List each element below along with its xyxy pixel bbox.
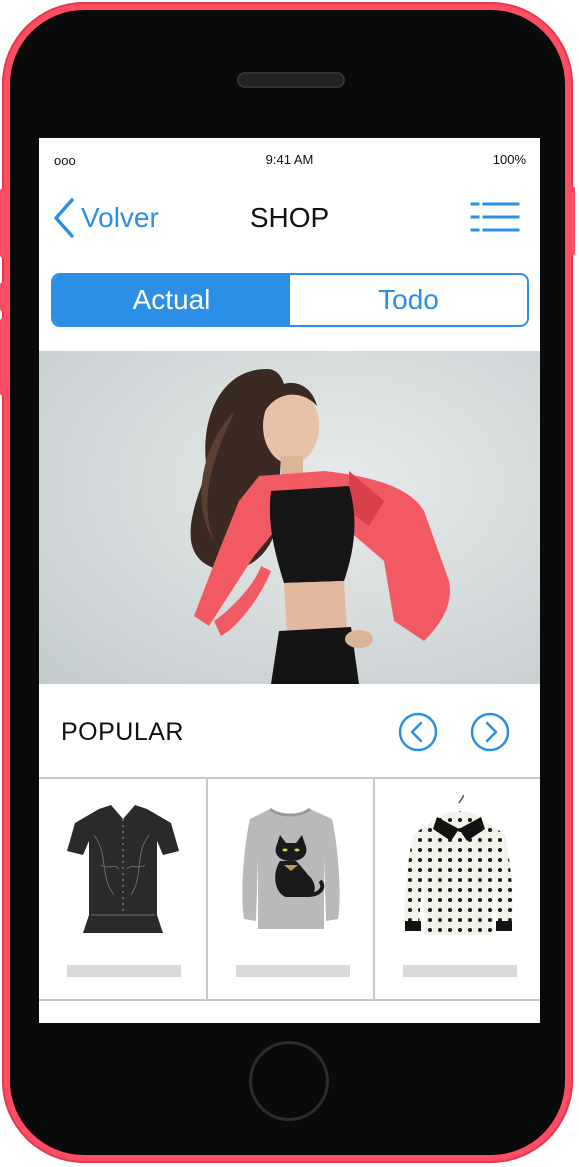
popular-header: POPULAR	[39, 684, 540, 777]
screen: ooo 9:41 AM 100% Volver SHOP Actual Todo	[39, 138, 540, 1023]
volume-up-button	[0, 282, 8, 312]
product-name-placeholder	[67, 965, 181, 977]
black-lace-blouse-image	[67, 805, 179, 933]
nav-bar: Volver SHOP	[39, 190, 540, 246]
status-bar: ooo 9:41 AM 100%	[39, 138, 540, 178]
product-card-cat-sweater[interactable]	[206, 779, 373, 999]
product-card-polka-blouse[interactable]	[373, 779, 540, 999]
battery-level: 100%	[492, 152, 526, 167]
home-button[interactable]	[249, 1041, 329, 1121]
segment-actual[interactable]: Actual	[53, 275, 290, 325]
hero-image[interactable]	[39, 351, 540, 684]
mute-switch	[0, 188, 8, 258]
circle-chevron-left-icon[interactable]	[398, 712, 438, 752]
power-button	[567, 186, 575, 256]
product-name-placeholder	[403, 965, 517, 977]
volume-down-button	[0, 318, 8, 396]
circle-chevron-right-icon[interactable]	[470, 712, 510, 752]
earpiece-speaker	[237, 72, 345, 88]
popular-title: POPULAR	[61, 718, 184, 746]
product-card-lace-blouse[interactable]	[39, 779, 206, 999]
product-grid	[39, 777, 540, 1001]
segmented-control: Actual Todo	[51, 273, 529, 327]
model-photo	[190, 369, 450, 684]
polka-dot-collar-blouse-image	[404, 795, 513, 935]
segment-todo[interactable]: Todo	[290, 275, 527, 325]
page-title: SHOP	[249, 202, 330, 233]
product-name-placeholder	[236, 965, 350, 977]
status-time: 9:41 AM	[265, 152, 314, 167]
list-menu-icon[interactable]	[470, 200, 520, 234]
grey-cat-sweater-image	[242, 807, 340, 929]
